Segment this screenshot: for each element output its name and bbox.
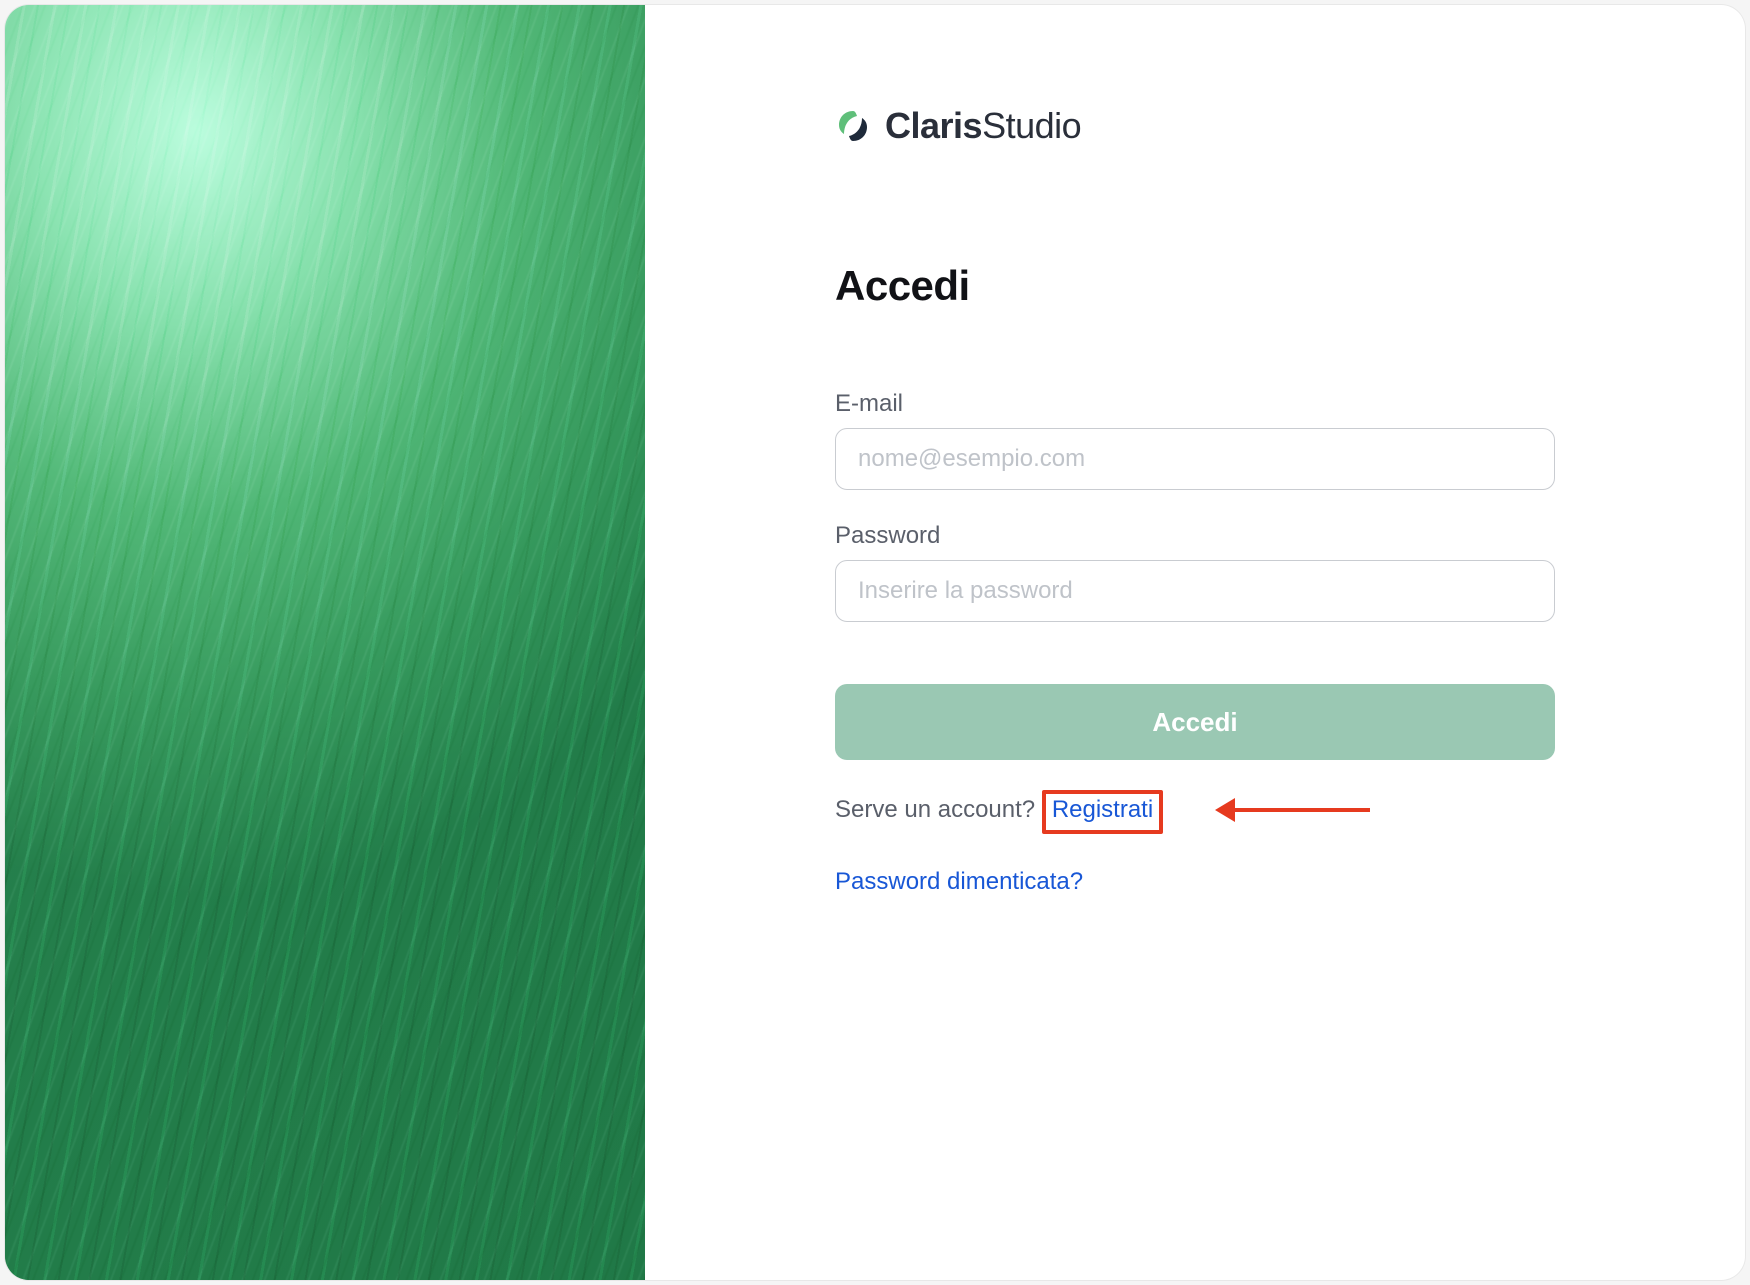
login-button[interactable]: Accedi [835, 684, 1555, 760]
login-window: ClarisStudio Accedi E-mail Password Acce… [5, 5, 1745, 1280]
signup-row: Serve un account? Registrati [835, 790, 1555, 834]
email-input[interactable] [835, 428, 1555, 490]
forgot-password-row: Password dimenticata? [835, 868, 1555, 896]
arrow-head-icon [1215, 798, 1235, 822]
arrow-line-icon [1235, 808, 1370, 812]
signup-link[interactable]: Registrati [1052, 796, 1153, 823]
brand-logo: ClarisStudio [835, 105, 1555, 147]
annotation-arrow-icon [1215, 798, 1370, 822]
password-field-group: Password [835, 522, 1555, 622]
password-label: Password [835, 522, 1555, 550]
login-form-panel: ClarisStudio Accedi E-mail Password Acce… [645, 5, 1745, 1280]
brand-name-light: Studio [982, 105, 1081, 146]
brand-name: ClarisStudio [885, 105, 1081, 147]
signup-prompt: Serve un account? [835, 796, 1035, 823]
annotation-highlight-box: Registrati [1042, 790, 1163, 834]
brand-name-bold: Claris [885, 105, 982, 146]
page-title: Accedi [835, 262, 1555, 310]
email-field-group: E-mail [835, 390, 1555, 490]
email-label: E-mail [835, 390, 1555, 418]
claris-logo-icon [835, 108, 871, 144]
decorative-left-panel [5, 5, 645, 1280]
password-input[interactable] [835, 560, 1555, 622]
forgot-password-link[interactable]: Password dimenticata? [835, 868, 1083, 895]
